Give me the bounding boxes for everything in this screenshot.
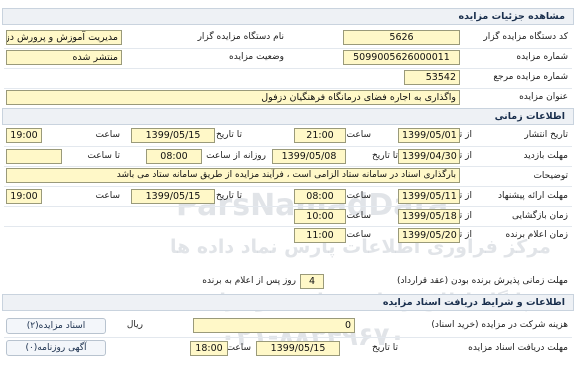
section-header-details: مشاهده جزئیات مزایده (2, 8, 574, 25)
visit-daily-to-label: تا ساعت (87, 151, 120, 161)
visit-from-date: 1399/04/30 (398, 149, 460, 164)
winner-time-label: ساعت (346, 230, 372, 240)
newspaper-button[interactable]: آگهی روزنامه(۰) (6, 340, 106, 356)
notes-label: توضیحات (533, 171, 568, 181)
publish-label: تاریخ انتشار (524, 130, 568, 140)
status-field: منتشر شده (6, 50, 122, 65)
auction-no-field: 5099005626000011 (343, 50, 460, 65)
winner-date: 1399/05/20 (398, 228, 460, 243)
org-code-field: 5626 (343, 30, 460, 45)
visit-daily-label: روزانه از ساعت (206, 151, 266, 161)
title-field: واگذاری به اجاره فضای درمانگاه فرهنگیان … (6, 90, 460, 105)
opening-date: 1399/05/18 (398, 209, 460, 224)
publish-to-label: تا تاریخ (215, 130, 242, 140)
notes-field: بارگذاری اسناد در سامانه ستاد الزامی است… (6, 168, 460, 183)
section-header-timing: اطلاعات زمانی (2, 108, 574, 125)
visit-daily-from: 08:00 (146, 149, 202, 164)
offer-to-time-label: ساعت (95, 191, 121, 201)
fee-field: 0 (193, 318, 355, 333)
visit-to-date: 1399/05/08 (272, 149, 346, 164)
opening-time-label: ساعت (346, 211, 372, 221)
fee-unit: ریال (126, 320, 143, 330)
publish-from-date: 1399/05/01 (398, 128, 460, 143)
winner-time: 11:00 (294, 228, 346, 243)
winner-label: زمان اعلام برنده (505, 230, 568, 240)
section-header-conditions: اطلاعات و شرایط دریافت اسناد مزایده (2, 294, 574, 311)
offer-to-label: تا تاریخ (215, 191, 242, 201)
auction-no-label: شماره مزایده (516, 52, 568, 62)
docs-button[interactable]: اسناد مزایده(۲) (6, 318, 106, 334)
acceptance-suffix: روز پس از اعلام به برنده (202, 276, 296, 286)
publish-to-time-label: ساعت (95, 130, 121, 140)
deadline-date: 1399/05/15 (256, 341, 340, 356)
offer-from-time: 08:00 (294, 189, 346, 204)
visit-daily-to (6, 149, 62, 164)
offer-to-time: 19:00 (6, 189, 42, 204)
publish-to-date: 1399/05/15 (131, 128, 215, 143)
publish-from-time: 21:00 (294, 128, 346, 143)
deadline-time: 18:00 (190, 341, 228, 356)
acceptance-label: مهلت زمانی پذیرش برنده بودن (عقد قرارداد… (396, 276, 568, 286)
visit-to-label: تا تاریخ (371, 151, 398, 161)
title-label: عنوان مزایده (519, 92, 568, 102)
deadline-time-label: ساعت (226, 343, 252, 353)
offer-from-date: 1399/05/11 (398, 189, 460, 204)
fee-label: هزینه شرکت در مزایده (خرید اسناد) (431, 320, 568, 330)
org-code-label: کد دستگاه مزایده گزار (483, 32, 568, 42)
status-label: وضعیت مزایده (229, 52, 284, 62)
deadline-label: مهلت دریافت اسناد مزایده (468, 343, 568, 353)
offer-label: مهلت ارائه پیشنهاد (497, 191, 568, 201)
offer-to-date: 1399/05/15 (131, 189, 215, 204)
ref-no-label: شماره مزایده مرجع (493, 72, 568, 82)
publish-to-time: 19:00 (6, 128, 42, 143)
publish-from-time-label: ساعت (346, 130, 372, 140)
ref-no-field: 53542 (404, 70, 460, 85)
org-name-field: مدیریت آموزش و پرورش دزفول (6, 30, 122, 45)
acceptance-days: 4 (300, 274, 324, 289)
offer-from-time-label: ساعت (346, 191, 372, 201)
opening-time: 10:00 (294, 209, 346, 224)
org-name-label: نام دستگاه مزایده گزار (197, 32, 284, 42)
deadline-to-label: تا تاریخ (371, 343, 398, 353)
opening-label: زمان بازگشایی (511, 211, 568, 221)
visit-label: مهلت بازدید (523, 151, 568, 161)
